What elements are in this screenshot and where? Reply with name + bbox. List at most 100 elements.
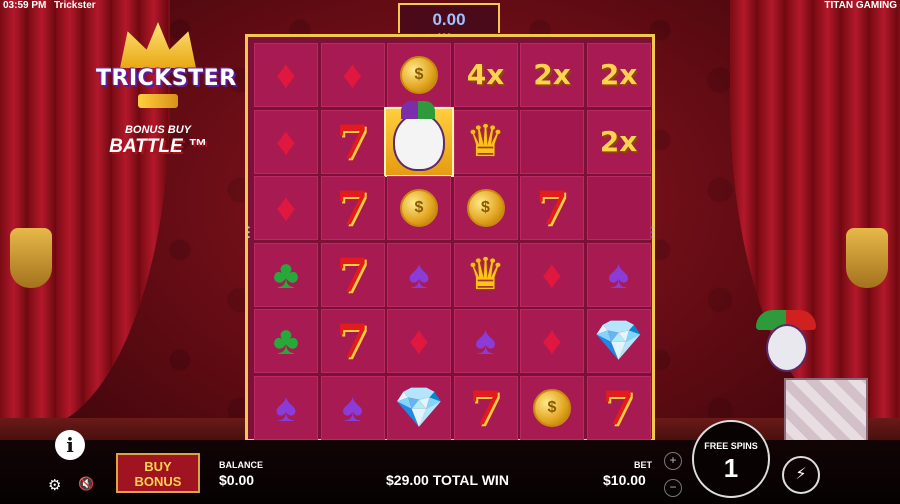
studio-name: TITAN GAMING (824, 0, 897, 11)
crown-icon: ♛ (465, 116, 506, 166)
reel-grid: ♦ ♦ $4x 2x 2x ♦ 7 ♛ 2x ♦ 7 $ $7 ♣ 7 ♠ ♛ ♦ ♠ ♣ 7 ♦ ♠ ♦ 💎 ♠ ♠ 💎 7 $7 (245, 34, 655, 442)
spade-icon: ♠ (474, 319, 497, 363)
gem-icon: ♦ (275, 53, 297, 97)
settings-gear-icon[interactable]: ⚙ (48, 476, 61, 494)
free-spins-label: FREE SPINS (704, 441, 758, 451)
sound-muted-icon[interactable]: 🔇 (78, 476, 94, 492)
symbol-crown: ♛ (453, 242, 518, 307)
buy-bonus-label-1: BUY (144, 459, 172, 474)
diamond-icon: 💎 (394, 385, 444, 430)
game-logo: TRICKSTER BONUS BUY BATTLE ™ (96, 22, 237, 162)
gem-icon: ♦ (541, 319, 563, 363)
crown-icon: ♛ (465, 249, 506, 299)
symbol-diamond: 💎 (586, 309, 651, 373)
info-button[interactable]: i (55, 430, 85, 460)
toy-box (784, 378, 868, 448)
balance-value: $0.00 (219, 472, 255, 488)
symbol-green-club: ♣ (254, 242, 318, 307)
buy-bonus-button[interactable]: BUY BONUS (116, 453, 200, 493)
seven-icon: 7 (336, 314, 369, 368)
win-display: 0.00 (398, 3, 500, 33)
free-spins-counter: FREE SPINS 1 (692, 420, 770, 498)
spade-icon: ♠ (341, 385, 364, 430)
game-stage: 03:59 PM Trickster TITAN GAMING TRICKSTE… (0, 0, 900, 504)
logo-subtitle-top: BONUS BUY (124, 124, 191, 136)
symbol-gold-coins: $ (387, 43, 451, 107)
symbol-purple-spade: ♠ (320, 375, 385, 440)
gem-icon: ♦ (541, 252, 563, 297)
symbol-gold-coins: $ (387, 176, 451, 240)
symbol-purple-spade: ♠ (387, 242, 451, 307)
symbol-empty (520, 109, 584, 174)
grid-left-dots: ••• (244, 226, 253, 241)
symbol-seven: 7 (320, 176, 385, 240)
spade-icon: ♠ (408, 252, 430, 297)
gem-icon: ♦ (275, 119, 297, 164)
multiplier-label: 4x (466, 58, 505, 91)
seven-icon: 7 (602, 380, 635, 435)
symbol-seven: 7 (453, 375, 518, 440)
logo-subtitle-bottom: BATTLE ™ (109, 136, 207, 157)
spade-icon: ♠ (607, 252, 630, 297)
symbol-gold-coins: $ (520, 375, 584, 440)
logo-ornament (138, 94, 178, 108)
clock: 03:59 PM (3, 0, 47, 11)
coin-icon: $ (533, 388, 571, 427)
coin-icon: $ (466, 189, 505, 227)
bet-label: BET (634, 460, 652, 470)
symbol-red-gem: ♦ (320, 43, 385, 107)
symbol-crown: ♛ (453, 109, 518, 174)
bet-value: $10.00 (603, 472, 646, 488)
total-win-text: $29.00 TOTAL WIN (386, 472, 509, 488)
symbol-red-gem: ♦ (254, 43, 318, 107)
bet-increase-button[interactable]: + (664, 452, 682, 470)
symbol-empty (586, 176, 651, 240)
bet-decrease-button[interactable]: − (664, 479, 682, 497)
turbo-lightning-icon[interactable]: ⚡ (782, 456, 820, 494)
jester-hat-icon (120, 22, 196, 68)
seven-icon: 7 (336, 181, 369, 235)
game-title: Trickster (54, 0, 96, 11)
gem-icon: ♦ (408, 319, 430, 363)
logo-title: TRICKSTER (96, 66, 237, 91)
symbol-multiplier: 2x (586, 109, 651, 174)
symbol-seven: 7 (320, 109, 385, 174)
joker-icon (393, 100, 445, 171)
tassel-left (10, 228, 52, 288)
symbol-red-gem: ♦ (254, 109, 318, 174)
symbol-joker-wild (384, 100, 454, 177)
club-icon: ♣ (272, 252, 300, 297)
tassel-right (846, 228, 888, 288)
multiplier-label: 2x (599, 58, 638, 91)
symbol-purple-spade: ♠ (453, 309, 518, 373)
spade-icon: ♠ (275, 385, 297, 430)
gem-icon: ♦ (275, 186, 297, 230)
symbol-red-gem: ♦ (387, 309, 451, 373)
seven-icon: 7 (336, 114, 369, 169)
symbol-seven: 7 (320, 309, 385, 373)
multiplier-label: 2x (599, 124, 638, 158)
symbol-seven: 7 (320, 242, 385, 307)
symbol-multiplier: 4x (453, 43, 518, 107)
symbol-seven: 7 (520, 176, 584, 240)
seven-icon: 7 (336, 247, 369, 302)
free-spins-value: 1 (723, 453, 739, 483)
gem-icon: ♦ (342, 53, 363, 97)
symbol-purple-spade: ♠ (586, 242, 651, 307)
coin-icon: $ (400, 56, 438, 94)
jester-face (766, 324, 808, 372)
symbol-green-club: ♣ (254, 309, 318, 373)
club-icon: ♣ (272, 319, 300, 363)
grid-right-dots: ••• (648, 226, 657, 241)
symbol-red-gem: ♦ (520, 242, 584, 307)
symbol-purple-spade: ♠ (254, 375, 318, 440)
multiplier-label: 2x (533, 58, 571, 91)
seven-icon: 7 (535, 181, 568, 235)
symbol-gold-coins: $ (453, 176, 518, 240)
seven-icon: 7 (469, 380, 502, 435)
symbol-seven: 7 (586, 375, 651, 440)
diamond-icon: 💎 (593, 319, 644, 363)
symbol-red-gem: ♦ (254, 176, 318, 240)
balance-label: BALANCE (219, 460, 263, 470)
coin-icon: $ (400, 189, 438, 227)
